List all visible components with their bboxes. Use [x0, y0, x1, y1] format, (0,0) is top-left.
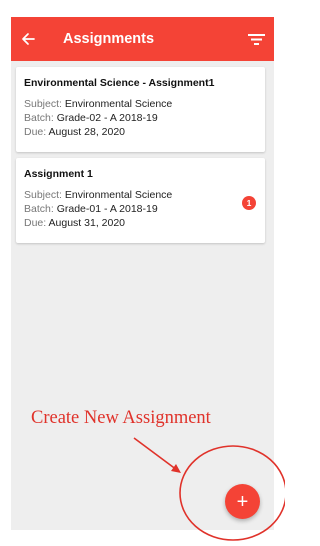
subject-value: Environmental Science — [64, 98, 173, 110]
filter-icon[interactable] — [246, 29, 266, 49]
plus-icon: + — [236, 490, 249, 513]
assignment-title: Environmental Science - Assignment1 — [24, 77, 215, 89]
subject-value: Environmental Science — [64, 189, 173, 201]
batch-label: Batch: — [24, 203, 54, 215]
due-label: Due: — [24, 217, 47, 229]
assignment-due: Due: August 28, 2020 — [24, 126, 125, 138]
due-value: August 31, 2020 — [48, 217, 126, 229]
assignment-due: Due: August 31, 2020 — [24, 217, 125, 229]
assignment-subject: Subject: Environmental Science — [24, 189, 172, 201]
assignment-subject: Subject: Environmental Science — [24, 98, 172, 110]
due-value: August 28, 2020 — [48, 126, 126, 138]
batch-value: Grade-01 - A 2018-19 — [56, 203, 158, 215]
app-screen: Assignments Environmental Science - Assi… — [11, 17, 274, 530]
create-assignment-fab[interactable]: + — [225, 484, 260, 519]
batch-value: Grade-02 - A 2018-19 — [56, 112, 158, 124]
back-arrow-icon[interactable] — [17, 28, 39, 50]
subject-label: Subject: — [24, 189, 62, 201]
assignment-batch: Batch: Grade-02 - A 2018-19 — [24, 112, 158, 124]
page-title: Assignments — [63, 31, 155, 47]
app-bar: Assignments — [11, 17, 274, 61]
annotation-label: Create New Assignment — [31, 408, 211, 428]
assignment-title: Assignment 1 — [24, 168, 93, 180]
notification-badge: 1 — [242, 196, 256, 210]
due-label: Due: — [24, 126, 47, 138]
page: Assignments Environmental Science - Assi… — [0, 0, 285, 546]
assignment-card[interactable]: Assignment 1 Subject: Environmental Scie… — [16, 158, 265, 243]
subject-label: Subject: — [24, 98, 62, 110]
assignment-card[interactable]: Environmental Science - Assignment1 Subj… — [16, 67, 265, 152]
batch-label: Batch: — [24, 112, 54, 124]
assignment-batch: Batch: Grade-01 - A 2018-19 — [24, 203, 158, 215]
